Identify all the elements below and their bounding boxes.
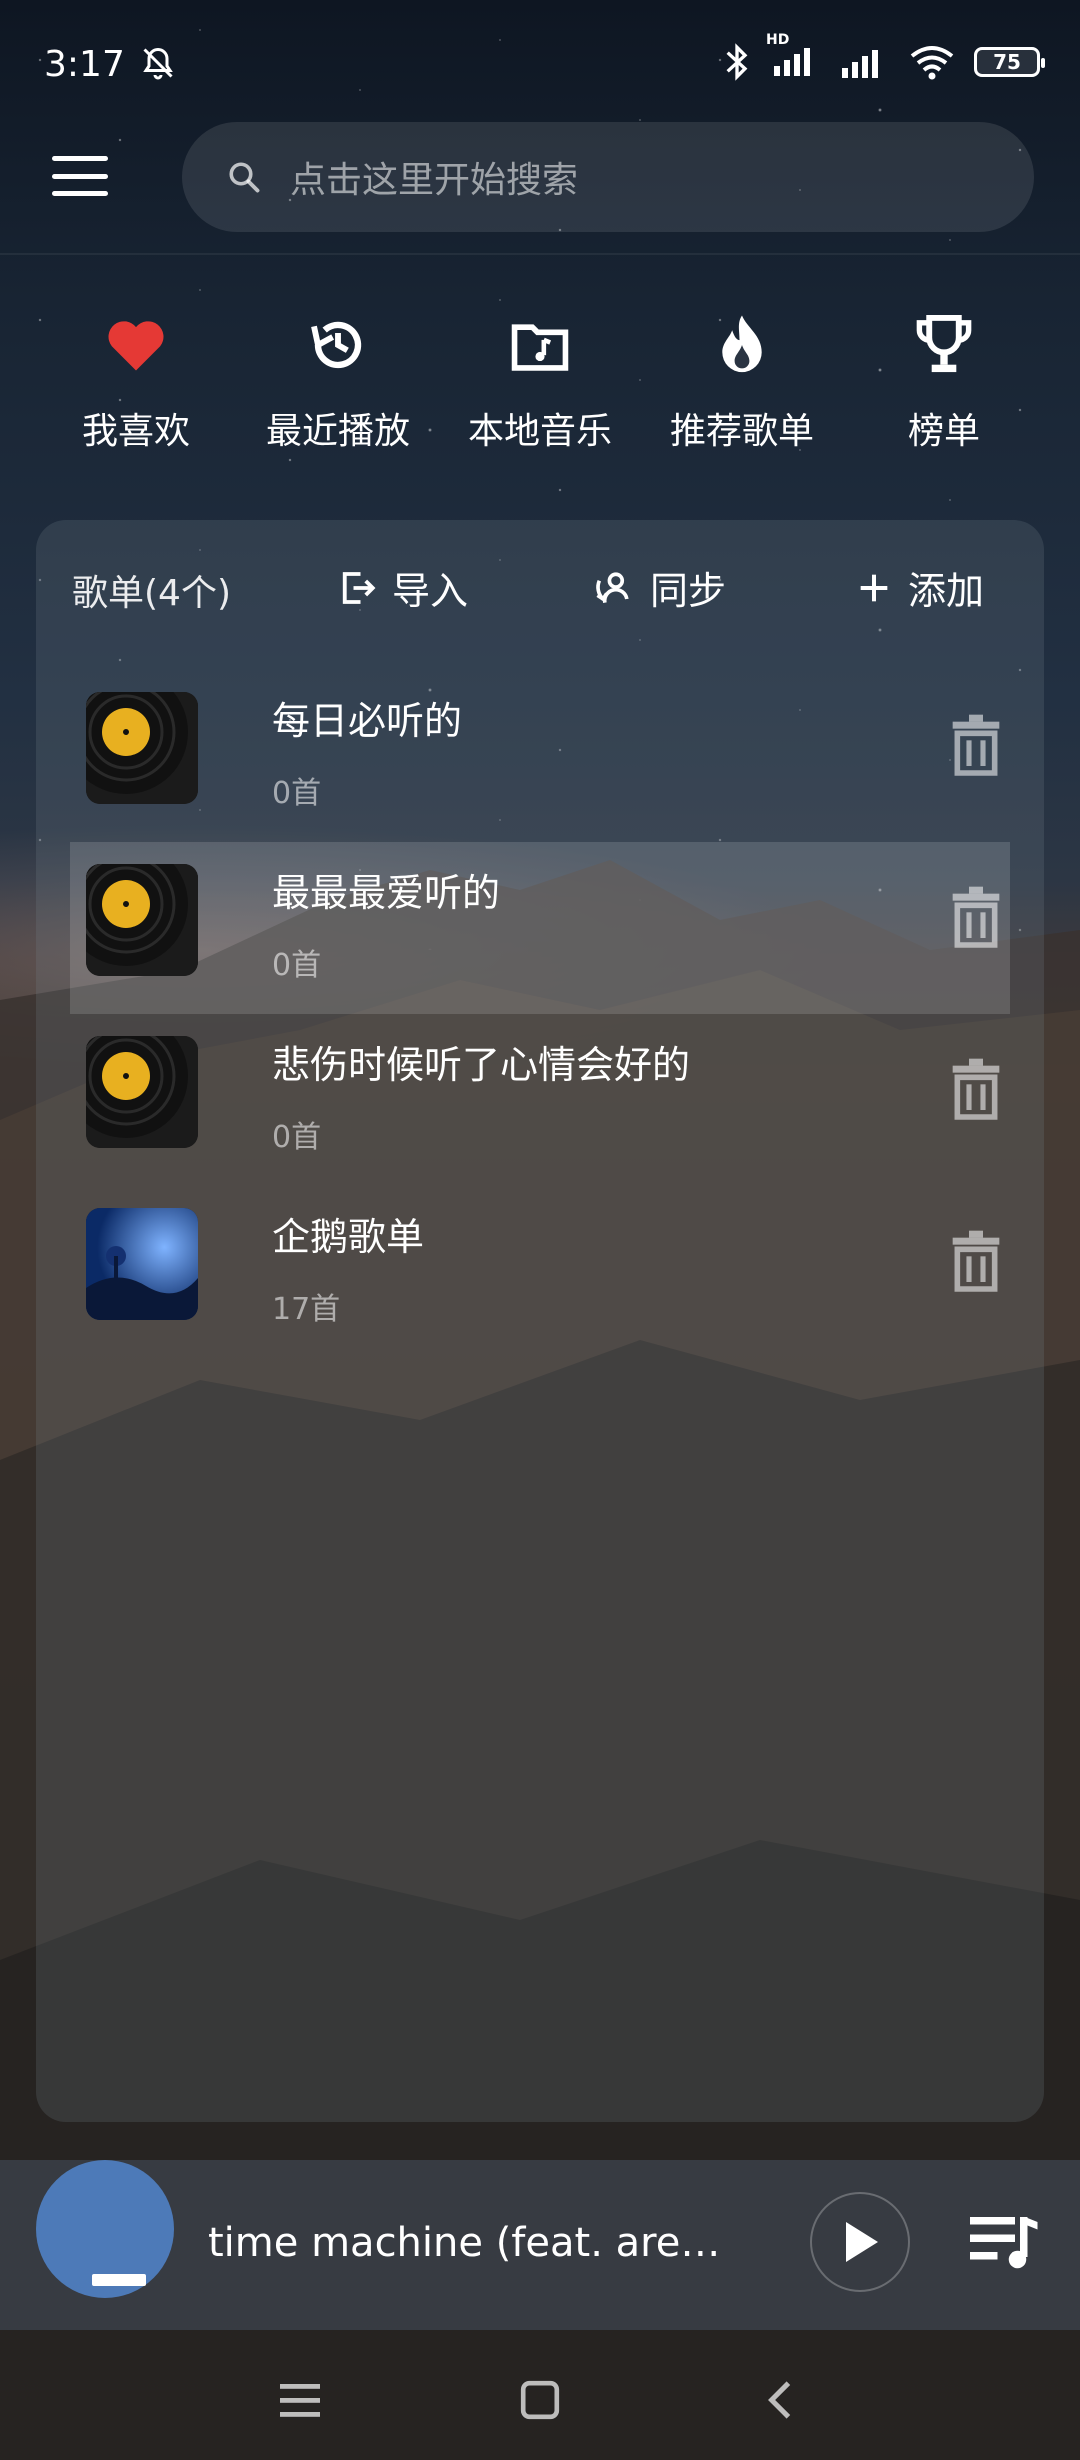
- hd-label: HD: [766, 32, 790, 48]
- quick-nav-label: 本地音乐: [467, 411, 612, 452]
- playlist-item[interactable]: 最最最爱听的 0首: [70, 842, 1010, 1014]
- bluetooth-icon: [726, 43, 748, 81]
- night-scene-cover-image: [86, 1208, 198, 1320]
- playlist-name: 企鹅歌单: [272, 1215, 425, 1259]
- delete-icon[interactable]: [948, 1230, 1004, 1292]
- back-chevron-icon: [768, 2381, 791, 2419]
- plus-icon: [860, 574, 888, 601]
- menu-lines-icon: [280, 2384, 320, 2417]
- playlist-name: 悲伤时候听了心情会好的: [272, 1043, 691, 1087]
- quick-nav-recommended[interactable]: 推荐歌单: [642, 310, 842, 470]
- play-button[interactable]: [810, 2192, 910, 2292]
- vinyl-cover-image: [86, 864, 198, 976]
- playlist-panel-header: 歌单(4个) 导入 同步 添加: [36, 520, 1044, 660]
- add-playlist-button[interactable]: 添加: [854, 560, 984, 615]
- playlist-queue-icon[interactable]: [970, 2212, 1040, 2272]
- delete-icon[interactable]: [948, 886, 1004, 948]
- quick-nav-label: 我喜欢: [81, 411, 190, 452]
- quick-nav-recent[interactable]: 最近播放: [238, 310, 438, 470]
- play-icon: [846, 2222, 878, 2262]
- battery-indicator: 75: [974, 47, 1045, 77]
- trophy-icon: [909, 310, 979, 380]
- playlist-song-count: 0首: [272, 776, 322, 811]
- status-bar: 3:17 HD 75: [0, 0, 1080, 130]
- playlist-song-count: 0首: [272, 1120, 322, 1155]
- music-folder-icon: [505, 310, 575, 380]
- playlist-item[interactable]: 企鹅歌单 17首: [70, 1186, 1010, 1358]
- menu-icon-line: [52, 191, 108, 196]
- add-label: 添加: [908, 569, 985, 613]
- search-input[interactable]: 点击这里开始搜索: [182, 122, 1034, 232]
- quick-nav-local-music[interactable]: 本地音乐: [440, 310, 640, 470]
- status-time-text: 3:17: [44, 44, 125, 85]
- signal-icon: [842, 50, 878, 78]
- wifi-icon: [910, 46, 954, 80]
- sync-label: 同步: [650, 569, 727, 613]
- search-placeholder: 点击这里开始搜索: [290, 160, 579, 201]
- quick-nav-favorites[interactable]: 我喜欢: [36, 310, 236, 470]
- menu-icon-line: [52, 156, 108, 161]
- home-square-icon: [520, 2380, 560, 2420]
- now-playing-title: time machine (feat. aren…: [208, 2220, 728, 2266]
- import-label: 导入: [392, 569, 469, 613]
- import-icon: [342, 571, 376, 604]
- menu-button[interactable]: [50, 152, 110, 200]
- quick-nav-label: 推荐歌单: [669, 411, 814, 452]
- status-time: 3:17: [44, 44, 176, 85]
- menu-icon-line: [52, 173, 108, 179]
- playlist-song-count: 17首: [272, 1292, 341, 1327]
- home-button[interactable]: [510, 2370, 570, 2430]
- quick-nav-label: 最近播放: [265, 411, 410, 452]
- playlist-item[interactable]: 每日必听的 0首: [70, 670, 1010, 842]
- sync-button[interactable]: 同步: [592, 560, 726, 615]
- delete-icon[interactable]: [948, 714, 1004, 776]
- vinyl-cover-image: [86, 692, 198, 804]
- hd-signal-icon: HD: [766, 32, 822, 82]
- mute-bell-icon: [143, 47, 174, 80]
- playlist-panel: 歌单(4个) 导入 同步 添加 每日必听的 0首 最最最爱听的 0首 悲伤时候听…: [36, 520, 1044, 2122]
- header-divider: [0, 253, 1080, 255]
- quick-nav-charts[interactable]: 榜单: [844, 310, 1044, 470]
- fire-icon: [707, 310, 777, 380]
- quick-nav-label: 榜单: [907, 411, 980, 452]
- playlist-list: 每日必听的 0首 最最最爱听的 0首 悲伤时候听了心情会好的 0首 企鹅歌单 1…: [70, 670, 1010, 1358]
- history-icon: [303, 310, 373, 380]
- playlist-song-count: 0首: [272, 948, 322, 983]
- cover-caption-tag: [92, 2274, 146, 2286]
- import-button[interactable]: 导入: [336, 560, 468, 615]
- sync-icon: [596, 571, 629, 603]
- system-nav-bar: [0, 2340, 1080, 2460]
- heart-icon: [101, 310, 171, 380]
- playlist-name: 最最最爱听的: [272, 871, 501, 915]
- vinyl-cover-image: [86, 1036, 198, 1148]
- quick-nav: 我喜欢 最近播放 本地音乐 推荐歌单 榜单: [36, 310, 1044, 470]
- playlist-name: 每日必听的: [272, 699, 463, 743]
- recents-button[interactable]: [270, 2370, 330, 2430]
- now-playing-cover[interactable]: [36, 2160, 174, 2298]
- search-icon: [229, 162, 260, 193]
- back-button[interactable]: [750, 2370, 810, 2430]
- mini-player[interactable]: time machine (feat. aren…: [0, 2160, 1080, 2330]
- playlist-item[interactable]: 悲伤时候听了心情会好的 0首: [70, 1014, 1010, 1186]
- status-icons: HD 75: [722, 32, 1045, 82]
- battery-level: 75: [993, 50, 1021, 74]
- playlist-count-title: 歌单(4个): [72, 573, 231, 614]
- delete-icon[interactable]: [948, 1058, 1004, 1120]
